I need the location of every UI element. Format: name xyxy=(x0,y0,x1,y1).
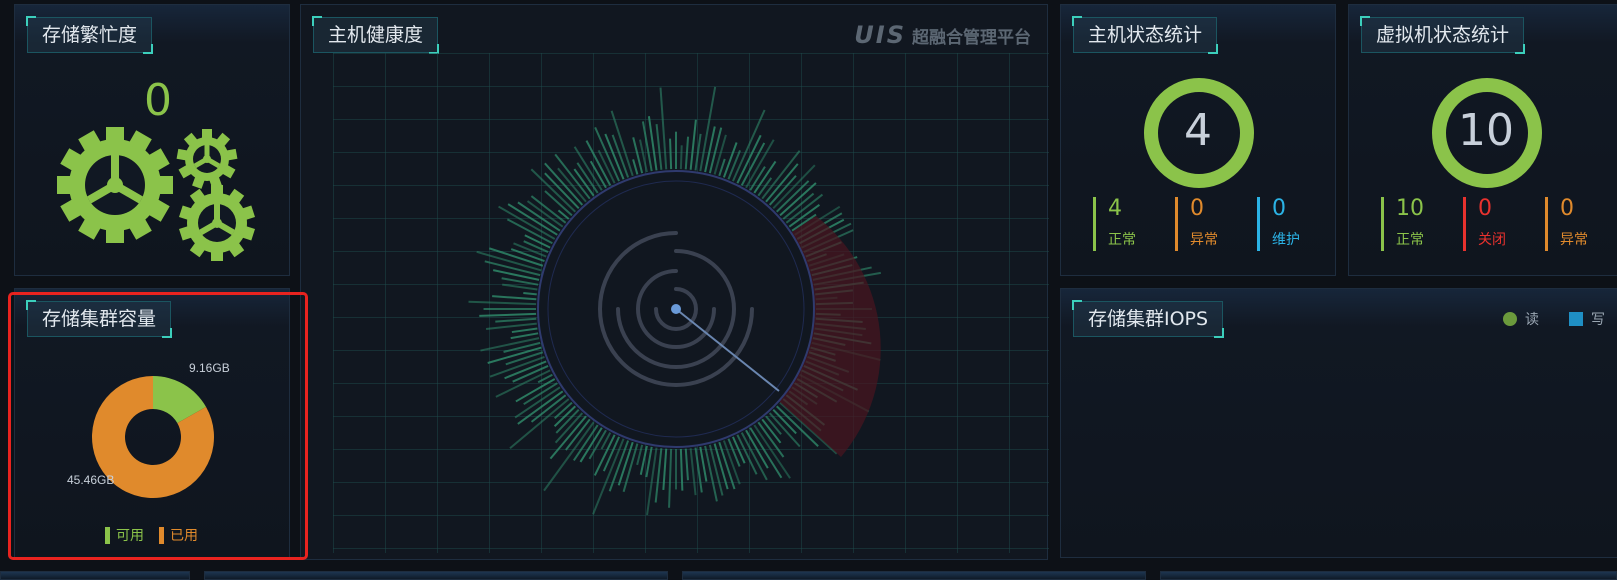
host-stat-abnormal-label: 异常 xyxy=(1190,232,1218,248)
brand-name: 超融合管理平台 xyxy=(912,27,1031,48)
host-stat-abnormal-value: 0 xyxy=(1190,196,1204,221)
storage-busy-title: 存储繁忙度 xyxy=(25,16,154,54)
vm-stat-off-value: 0 xyxy=(1478,196,1492,221)
legend-used-label: 已用 xyxy=(170,528,198,544)
vm-stat-abnormal-label: 异常 xyxy=(1560,232,1588,248)
brand-logo: UIS xyxy=(854,21,906,49)
vm-stat-normal-value: 10 xyxy=(1396,196,1424,221)
legend-used[interactable]: 已用 xyxy=(159,525,198,545)
legend-write[interactable]: 写 xyxy=(1569,309,1605,329)
health-radar xyxy=(333,53,1049,553)
vm-stat-abnormal-value: 0 xyxy=(1560,196,1574,221)
bottom-panel-4 xyxy=(1160,571,1617,580)
host-health-panel: 主机健康度 UIS 超融合管理平台 xyxy=(300,4,1049,560)
legend-available-label: 可用 xyxy=(116,528,144,544)
storage-capacity-panel: 存储集群容量 9.16GB 45.46GB 可用 已用 xyxy=(14,288,290,558)
host-status-title: 主机状态统计 xyxy=(1071,16,1219,54)
radar-center-dot xyxy=(671,304,681,314)
capacity-available-label: 9.16GB xyxy=(189,361,230,375)
legend-available[interactable]: 可用 xyxy=(105,525,144,545)
vm-status-panel: 虚拟机状态统计 10 10 正常 0 关闭 0 异常 xyxy=(1348,4,1617,276)
legend-write-label: 写 xyxy=(1591,312,1605,328)
legend-available-swatch xyxy=(105,526,110,544)
host-stat-maintenance-label: 维护 xyxy=(1272,232,1300,248)
storage-busy-panel: 存储繁忙度 0 xyxy=(14,4,290,276)
host-stat-abnormal: 0 异常 xyxy=(1175,197,1218,251)
vm-stat-off: 0 关闭 xyxy=(1463,197,1506,251)
vm-stat-normal-label: 正常 xyxy=(1396,232,1424,248)
host-stat-normal-label: 正常 xyxy=(1108,232,1136,248)
capacity-donut: 9.16GB 45.46GB xyxy=(67,361,230,498)
host-total: 4 xyxy=(1184,105,1212,156)
storage-busy-value: 0 xyxy=(144,75,172,126)
bottom-panel-3 xyxy=(682,571,1146,580)
radar-spike xyxy=(523,291,537,296)
storage-iops-title: 存储集群IOPS xyxy=(1071,300,1225,338)
storage-capacity-title: 存储集群容量 xyxy=(25,300,173,338)
host-stat-normal: 4 正常 xyxy=(1093,197,1136,251)
vm-total: 10 xyxy=(1458,105,1514,156)
bottom-panel-2 xyxy=(204,571,668,580)
radar-spike xyxy=(679,145,683,170)
vm-status-title: 虚拟机状态统计 xyxy=(1359,16,1526,54)
vm-stat-normal: 10 正常 xyxy=(1381,197,1424,251)
legend-read-dot xyxy=(1503,312,1517,326)
host-stat-maintenance: 0 维护 xyxy=(1257,197,1300,251)
capacity-used-label: 45.46GB xyxy=(67,473,114,487)
legend-used-swatch xyxy=(159,526,164,544)
gears-icon xyxy=(57,127,255,261)
vm-stat-abnormal: 0 异常 xyxy=(1545,197,1588,251)
legend-read[interactable]: 读 xyxy=(1503,309,1539,329)
legend-write-square xyxy=(1569,312,1583,326)
legend-read-label: 读 xyxy=(1525,312,1539,328)
host-status-panel: 主机状态统计 4 4 正常 0 异常 0 维护 xyxy=(1060,4,1336,276)
radar-spike xyxy=(669,138,673,170)
host-stat-normal-value: 4 xyxy=(1108,196,1122,221)
host-stat-maintenance-value: 0 xyxy=(1272,196,1286,221)
brand-mark: UIS 超融合管理平台 xyxy=(854,21,1031,49)
host-health-title: 主机健康度 xyxy=(311,16,440,54)
bottom-panel-1 xyxy=(0,571,190,580)
storage-iops-panel: 存储集群IOPS 读 写 xyxy=(1060,288,1617,558)
vm-stat-off-label: 关闭 xyxy=(1478,232,1506,248)
